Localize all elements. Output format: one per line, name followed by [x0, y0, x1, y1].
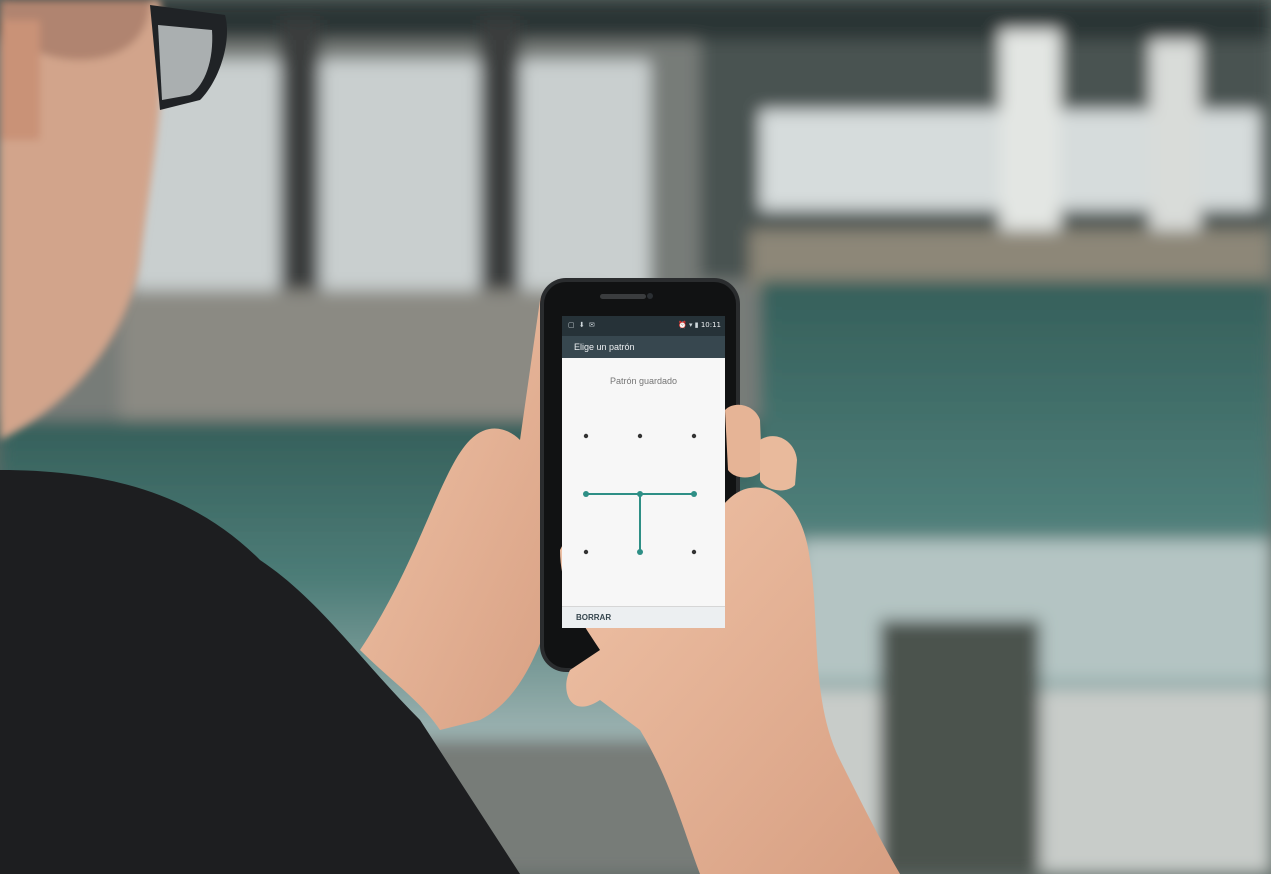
pattern-dot[interactable]	[637, 549, 643, 555]
pattern-line	[586, 493, 695, 552]
pattern-dot[interactable]	[583, 433, 589, 439]
pattern-dot[interactable]	[637, 433, 643, 439]
pattern-dot[interactable]	[583, 491, 589, 497]
phone-screen: ▢ ⬇ ✉ ⏰ ▾ ▮ 10:11 Elige un patrón Patrón…	[562, 316, 725, 628]
erase-button[interactable]: BORRAR	[576, 613, 611, 622]
pattern-grid[interactable]	[562, 316, 725, 606]
pattern-dot[interactable]	[691, 549, 697, 555]
pattern-dot[interactable]	[691, 433, 697, 439]
pattern-dot[interactable]	[637, 491, 643, 497]
photo-scene: ▢ ⬇ ✉ ⏰ ▾ ▮ 10:11 Elige un patrón Patrón…	[0, 0, 1271, 874]
pattern-dot[interactable]	[583, 549, 589, 555]
bottom-bar: BORRAR	[562, 606, 725, 628]
right-fingers	[725, 404, 762, 478]
pattern-dot[interactable]	[691, 491, 697, 497]
